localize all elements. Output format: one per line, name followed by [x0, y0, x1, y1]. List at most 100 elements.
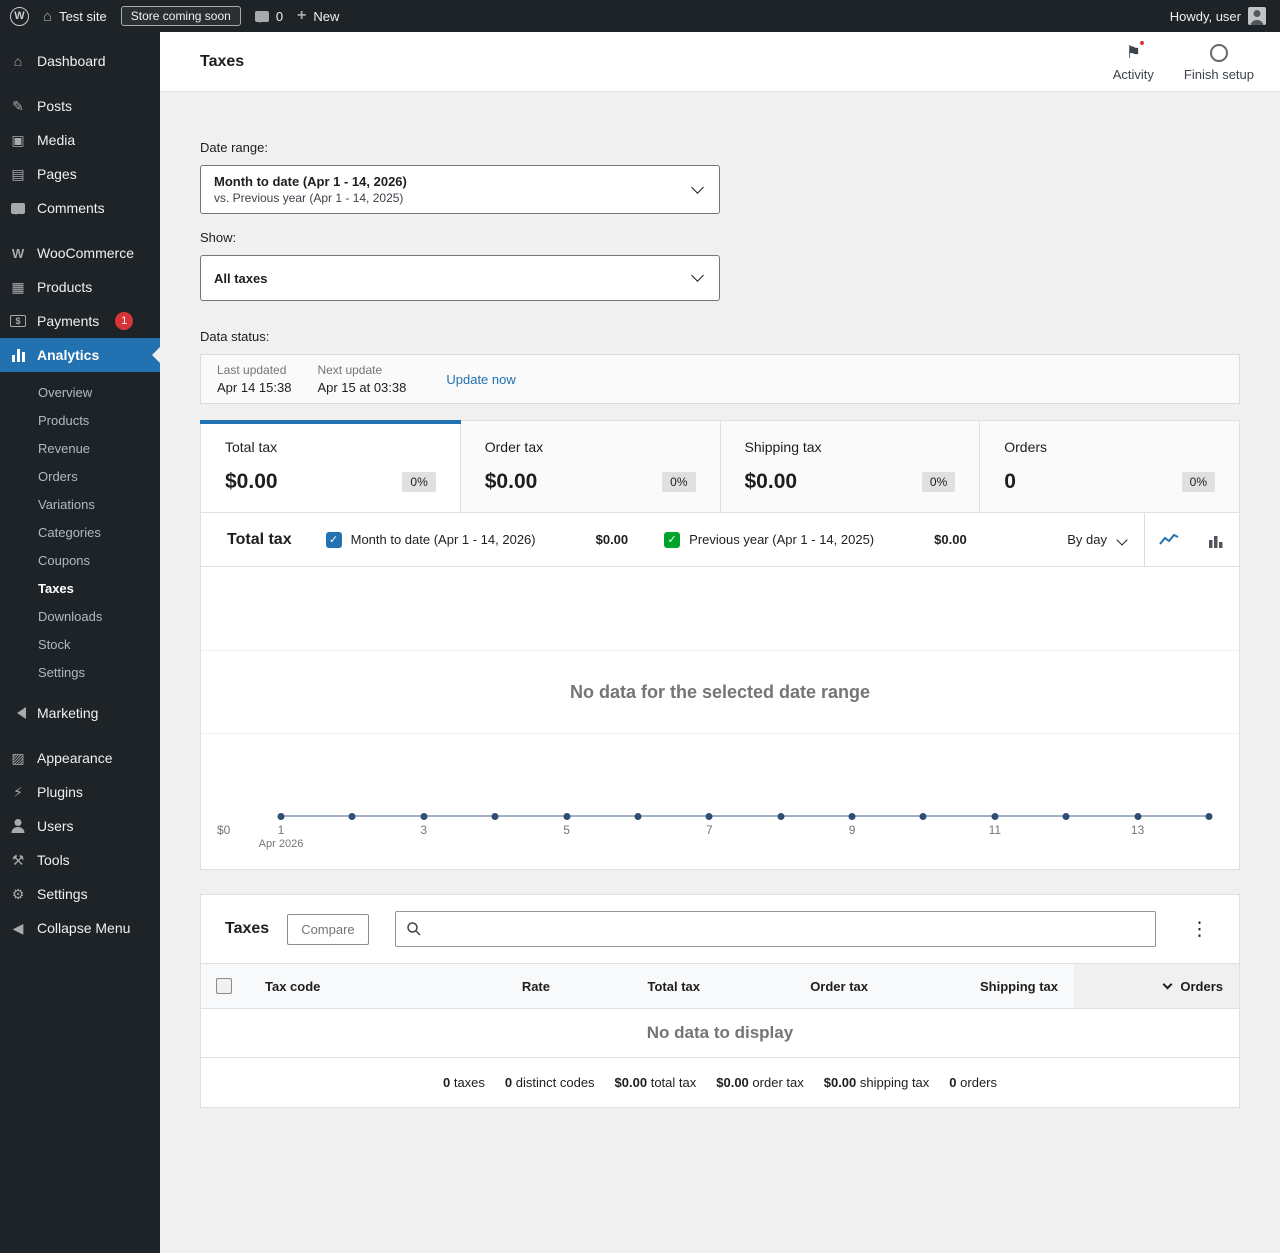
next-update-label: Next update [317, 363, 383, 377]
finish-setup-button[interactable]: Finish setup [1184, 42, 1254, 82]
sidebar-item-users[interactable]: Users [0, 809, 160, 843]
checkbox-previous-period[interactable]: ✓ [664, 531, 681, 548]
payments-count-badge: 1 [115, 312, 134, 330]
last-updated-label: Last updated [217, 363, 287, 377]
activity-flag-icon: ⚑ [1126, 38, 1146, 64]
pages-icon: ▤ [11, 165, 25, 182]
summary-tile-orders[interactable]: Orders 0 0% [980, 420, 1240, 513]
bar-chart-icon [1208, 535, 1222, 548]
show-select[interactable]: All taxes [200, 255, 720, 301]
wordpress-menu[interactable]: W [10, 6, 29, 26]
submenu-item-variations[interactable]: Variations [0, 490, 160, 518]
compare-button[interactable]: Compare [287, 913, 369, 945]
data-status-box: Last updated Apr 14 15:38 Next update Ap… [200, 354, 1240, 404]
column-header-total-tax[interactable]: Total tax [566, 964, 716, 1008]
sidebar-item-plugins[interactable]: ⚡ Plugins [0, 775, 160, 809]
checkbox-current-period[interactable]: ✓ [325, 531, 342, 548]
date-range-compare: vs. Previous year (Apr 1 - 14, 2025) [214, 191, 404, 205]
sidebar-item-pages[interactable]: ▤ Pages [0, 157, 160, 191]
sidebar-item-label: WooCommerce [37, 245, 134, 261]
tile-delta-badge: 0% [921, 472, 956, 492]
chart-title: Total tax [227, 530, 292, 548]
sidebar-item-payments[interactable]: $ Payments 1 [0, 304, 160, 338]
media-icon: ▣ [11, 131, 25, 148]
chevron-down-icon [1116, 533, 1128, 546]
table-search[interactable] [394, 911, 1156, 947]
column-header-orders[interactable]: Orders [1074, 964, 1239, 1008]
tile-delta-badge: 0% [402, 472, 436, 492]
line-chart-toggle[interactable] [1145, 513, 1192, 566]
marketing-icon [8, 704, 28, 722]
dashboard-icon: ⌂ [13, 53, 23, 69]
show-value: All taxes [214, 270, 268, 286]
sidebar-item-tools[interactable]: ⚒ Tools [0, 843, 160, 877]
x-axis-tick: 7 [705, 823, 713, 837]
more-options-icon[interactable]: ⋮ [1182, 918, 1217, 941]
legend-item-previous-period[interactable]: ✓ Previous year (Apr 1 - 14, 2025) $0.00 [664, 531, 967, 548]
comment-count: 0 [275, 8, 284, 24]
x-axis-tick: 13 [1130, 823, 1145, 837]
submenu-item-overview[interactable]: Overview [0, 378, 160, 406]
submenu-item-stock[interactable]: Stock [0, 630, 160, 658]
chevron-down-icon [691, 269, 704, 282]
submenu-item-orders[interactable]: Orders [0, 462, 160, 490]
summary-distinct-codes: 0 distinct codes [504, 1075, 595, 1090]
activity-button[interactable]: ⚑ Activity [1113, 38, 1154, 82]
menu-separator [0, 730, 160, 741]
submenu-item-coupons[interactable]: Coupons [0, 546, 160, 574]
sidebar-item-label: Tools [37, 852, 70, 868]
menu-separator [0, 78, 160, 89]
sidebar-item-label: Pages [37, 166, 77, 182]
sidebar-item-media[interactable]: ▣ Media [0, 123, 160, 157]
sidebar-item-products[interactable]: ▦ Products [0, 270, 160, 304]
select-all-checkbox[interactable] [216, 978, 232, 994]
column-header-shipping-tax[interactable]: Shipping tax [884, 964, 1074, 1008]
submenu-item-products[interactable]: Products [0, 406, 160, 434]
sidebar-item-label: Settings [37, 886, 88, 902]
sidebar-item-settings[interactable]: ⚙ Settings [0, 877, 160, 911]
column-header-order-tax[interactable]: Order tax [716, 964, 884, 1008]
summary-tile-shipping-tax[interactable]: Shipping tax $0.00 0% [720, 420, 981, 513]
date-range-select[interactable]: Month to date (Apr 1 - 14, 2026) vs. Pre… [200, 165, 720, 214]
sidebar-item-woocommerce[interactable]: W WooCommerce [0, 236, 160, 270]
y-axis-tick-label: $0 [217, 823, 231, 837]
submenu-item-categories[interactable]: Categories [0, 518, 160, 546]
new-label: New [313, 8, 340, 24]
my-account-menu[interactable]: Howdy, user [1170, 7, 1266, 25]
sidebar-item-label: Dashboard [37, 53, 106, 69]
table-title: Taxes [225, 920, 270, 937]
date-range-label: Date range: [200, 140, 268, 155]
summary-tile-total-tax[interactable]: Total tax $0.00 0% [200, 420, 461, 513]
summary-tile-order-tax[interactable]: Order tax $0.00 0% [460, 420, 721, 513]
sidebar-item-appearance[interactable]: ▨ Appearance [0, 741, 160, 775]
analytics-submenu: Overview Products Revenue Orders Variati… [0, 372, 160, 696]
appearance-icon: ▨ [11, 749, 25, 766]
comments-link[interactable]: 0 [254, 8, 284, 24]
sidebar-item-analytics[interactable]: Analytics [0, 338, 160, 372]
search-input[interactable] [429, 921, 1145, 937]
interval-select[interactable]: By day [1049, 532, 1144, 547]
submenu-item-revenue[interactable]: Revenue [0, 434, 160, 462]
bar-chart-toggle[interactable] [1192, 513, 1239, 566]
table-column-headers: Tax code Rate Total tax Order tax Shippi… [201, 963, 1239, 1009]
legend-item-current-period[interactable]: ✓ Month to date (Apr 1 - 14, 2026) $0.00 [325, 531, 628, 548]
table-empty-message: No data to display [646, 1023, 794, 1042]
tile-delta-badge: 0% [662, 472, 696, 492]
tile-delta-badge: 0% [1181, 472, 1215, 492]
submenu-item-taxes[interactable]: Taxes [0, 574, 160, 602]
site-name-link[interactable]: ⌂ Test site [43, 8, 107, 25]
sidebar-item-marketing[interactable]: Marketing [0, 696, 160, 730]
submenu-item-settings[interactable]: Settings [0, 658, 160, 686]
sidebar-item-label: Users [37, 818, 74, 834]
submenu-item-downloads[interactable]: Downloads [0, 602, 160, 630]
column-header-tax-code[interactable]: Tax code [249, 964, 416, 1008]
new-content-menu[interactable]: + New [297, 8, 339, 24]
sidebar-item-comments[interactable]: Comments [0, 191, 160, 225]
collapse-menu-button[interactable]: ◀ Collapse Menu [0, 911, 160, 945]
column-header-rate[interactable]: Rate [416, 964, 566, 1008]
update-now-link[interactable]: Update now [446, 372, 515, 387]
page-title: Taxes [200, 52, 245, 70]
sidebar-item-posts[interactable]: ✎ Posts [0, 89, 160, 123]
sort-descending-icon [1162, 979, 1173, 989]
sidebar-item-dashboard[interactable]: ⌂ Dashboard [0, 44, 160, 78]
